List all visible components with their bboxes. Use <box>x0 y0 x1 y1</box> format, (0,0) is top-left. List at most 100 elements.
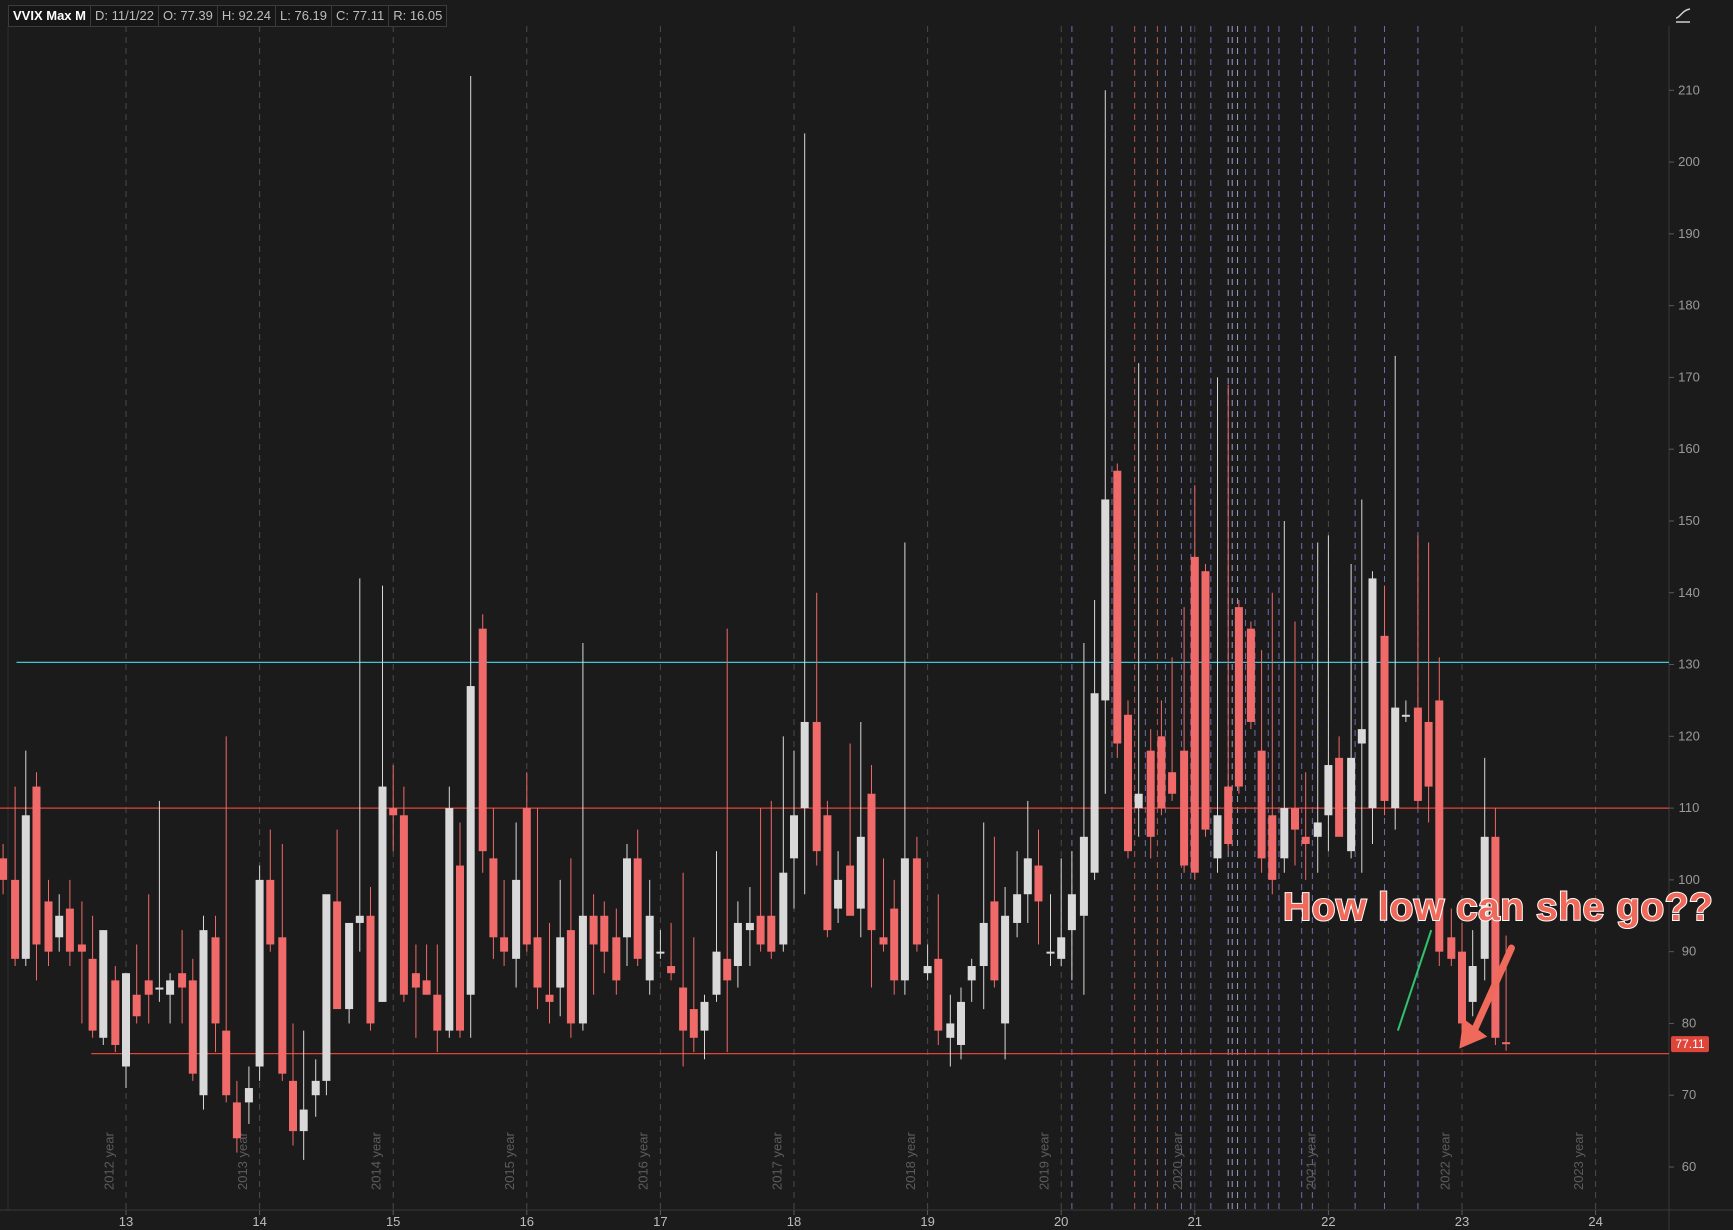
candle-body <box>879 937 888 945</box>
candle-body <box>1335 757 1344 837</box>
candle-body <box>99 930 108 1038</box>
candle-body <box>656 951 665 954</box>
last-price-tag: 77.11 <box>1671 1036 1709 1053</box>
year-marker-label: 2020 year <box>1170 1132 1185 1190</box>
candle-body <box>566 930 575 1024</box>
candle-body <box>122 973 130 1067</box>
candle-body <box>1246 628 1255 722</box>
candle-body <box>589 915 598 945</box>
candle-body <box>244 1088 253 1103</box>
candle-body <box>1101 499 1110 701</box>
candle-body <box>1013 894 1022 923</box>
candle-body <box>222 1030 231 1096</box>
chart-scale-icon[interactable] <box>1674 6 1692 24</box>
candle-body <box>1134 793 1143 809</box>
candle-up <box>445 786 454 1038</box>
candle-body <box>1057 937 1066 959</box>
symbol-label[interactable]: VVIX Max M <box>9 6 91 26</box>
candle-body <box>645 915 654 981</box>
candle-body <box>466 686 475 995</box>
candle-body <box>1301 836 1310 844</box>
price-tick-label: 140 <box>1678 585 1700 600</box>
price-chart[interactable]: 2012 year 2013 year 2014 year 2015 year 2016… <box>0 0 1733 1230</box>
candle-body <box>533 937 542 988</box>
candle-body <box>422 980 431 995</box>
candle-body <box>322 894 331 1081</box>
candle-body <box>689 1009 698 1038</box>
candle-body <box>1023 858 1032 895</box>
candle-body <box>1079 836 1088 916</box>
price-tick-label: 210 <box>1678 82 1700 97</box>
candle-body <box>132 994 141 1017</box>
year-marker-label: 2012 year <box>101 1132 116 1190</box>
candle-body <box>1124 714 1132 852</box>
candle-body <box>199 930 208 1096</box>
candle-down <box>823 800 832 938</box>
candle-body <box>867 793 876 931</box>
candle-body <box>600 915 609 952</box>
candle-body <box>578 915 587 1024</box>
candle-body <box>378 786 387 1002</box>
candle-down <box>399 786 408 1002</box>
time-tick-label: 18 <box>787 1214 801 1229</box>
year-marker-label: 2023 year <box>1571 1132 1586 1190</box>
candle-body <box>1502 1042 1511 1045</box>
candle-body <box>433 994 442 1031</box>
candle-body <box>1368 578 1377 809</box>
candle-body <box>55 915 64 938</box>
candle-body <box>88 958 97 1031</box>
candle-body <box>1113 470 1122 744</box>
price-tick-label: 150 <box>1678 513 1700 528</box>
candle-body <box>232 1102 241 1139</box>
candle-body <box>900 858 909 981</box>
candle-up <box>1368 571 1377 844</box>
high-value: H: 92.24 <box>218 6 277 26</box>
candle-body <box>333 901 342 1010</box>
year-marker-label: 2014 year <box>369 1132 384 1190</box>
time-tick-label: 19 <box>920 1214 934 1229</box>
time-tick-label: 14 <box>252 1214 266 1229</box>
candle-body <box>756 915 765 945</box>
price-tick-label: 160 <box>1678 441 1700 456</box>
candle-body <box>211 937 220 1024</box>
candle-body <box>155 987 164 990</box>
candle-body <box>946 1023 955 1038</box>
range-value: R: 16.05 <box>393 8 443 23</box>
candle-body <box>733 922 742 967</box>
candle-body <box>411 973 420 988</box>
candle-body <box>812 721 821 852</box>
candle-body <box>21 815 30 959</box>
candle-down <box>1113 463 1122 758</box>
candle-down <box>478 614 487 873</box>
candle-body <box>1234 607 1243 787</box>
candle-body <box>1447 937 1456 959</box>
candle-up <box>199 915 208 1110</box>
candle-body <box>1146 750 1155 837</box>
price-tick-label: 180 <box>1678 298 1700 313</box>
candle-body <box>790 815 798 859</box>
price-tick-label: 100 <box>1678 872 1700 887</box>
candle-body <box>779 872 788 945</box>
price-tick-label: 60 <box>1682 1159 1696 1174</box>
price-tick-label: 130 <box>1678 657 1700 672</box>
candle-down <box>1246 621 1255 730</box>
candle-body <box>389 808 398 816</box>
candle-body <box>11 879 20 959</box>
candle-body <box>366 915 375 1024</box>
candle-body <box>556 937 565 988</box>
candle-body <box>1424 721 1433 787</box>
candle-body <box>1347 757 1356 852</box>
price-tag-value: 77.11 <box>1675 1037 1704 1051</box>
candle-body <box>1268 815 1277 880</box>
candle-body <box>1090 693 1099 873</box>
candle-body <box>1357 729 1366 744</box>
candle-body <box>489 858 498 938</box>
candle-body <box>979 922 988 967</box>
candle-body <box>1391 707 1400 809</box>
candle-body <box>44 901 53 952</box>
time-tick-label: 15 <box>386 1214 400 1229</box>
candle-body <box>912 858 921 945</box>
candle-body <box>77 944 86 952</box>
price-tick-label: 110 <box>1679 800 1700 815</box>
candle-up <box>255 865 264 1081</box>
